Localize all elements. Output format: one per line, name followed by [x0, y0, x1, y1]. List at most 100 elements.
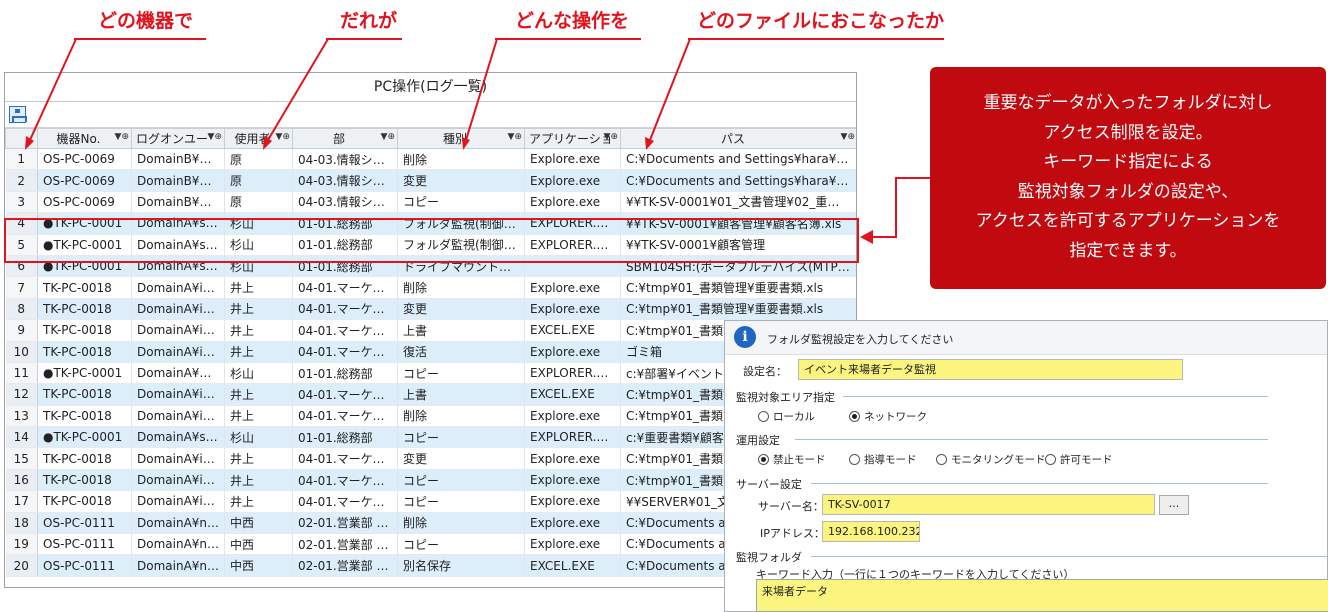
filter-icon[interactable]: ▼⊕ — [115, 132, 129, 142]
annotation-underline — [688, 38, 944, 40]
radio-dot — [849, 411, 860, 422]
row-number-header — [5, 128, 38, 149]
folder-section-title: 監視フォルダ — [736, 551, 802, 564]
filter-icon[interactable]: ▼⊕ — [208, 132, 222, 142]
table-row[interactable]: 2 OS-PC-0069 DomainB¥h… 原 04-03.情報シス… 変更 Explo… — [5, 169, 856, 192]
callout-line: 指定できます。 — [1069, 240, 1187, 261]
radio-dot — [849, 454, 860, 465]
table-row[interactable]: 5 ●TK-PC-0001 DomainA¥s… 杉山 01-01.総務部 フォルダ監視(… — [5, 234, 856, 256]
column-header[interactable]: ログオンユー ▼⊕ — [131, 128, 225, 149]
table-cell: OS-PC-0111 — [37, 533, 132, 556]
table-cell: DomainA¥n… — [131, 554, 225, 577]
table-row[interactable]: 7 TK-PC-0018 DomainA¥in… 井上 04-01.マーケティ… 削除 Ex… — [5, 276, 856, 299]
radio-guidance-mode[interactable]: 指導モード — [849, 452, 917, 467]
table-cell: DomainA¥in… — [131, 276, 225, 299]
row-number-cell: 19 — [5, 533, 38, 556]
radio-monitoring-mode[interactable]: モニタリングモード — [936, 452, 1046, 467]
annotation-underline — [495, 38, 641, 40]
annotation-who: だれが — [340, 10, 398, 32]
table-cell: DomainA¥in… — [131, 383, 225, 406]
table-cell: 杉山 — [224, 362, 293, 385]
table-row[interactable]: 6 ●TK-PC-0001 DomainA¥s… 杉山 01-01.総務部 ドライブマウン… — [5, 255, 856, 278]
table-cell: 井上 — [224, 383, 293, 406]
table-cell: OS-PC-0111 — [37, 512, 132, 535]
table-cell: EXCEL.EXE — [524, 319, 621, 342]
table-cell: DomainB¥h… — [131, 148, 225, 171]
table-cell: 01-01.総務部 — [292, 212, 398, 235]
radio-prohibit-mode[interactable]: 禁止モード — [758, 452, 826, 467]
table-cell: 中西 — [224, 533, 293, 556]
filter-icon[interactable]: ▼⊕ — [276, 132, 290, 142]
table-cell: DomainA¥s… — [131, 255, 225, 278]
table-cell: C:¥Documents and Settings¥hara¥… — [620, 148, 856, 171]
table-cell: EXPLORER.E… — [524, 362, 621, 385]
table-cell: 04-01.マーケティ… — [292, 469, 398, 492]
radio-permit-mode[interactable]: 許可モード — [1045, 452, 1113, 467]
annotation-underline — [74, 38, 206, 40]
radio-network[interactable]: ネットワーク — [849, 409, 927, 424]
column-header-label: アプリケーショ — [529, 132, 613, 146]
annotation-which-device: どの機器で — [98, 10, 194, 32]
mode-section-title: 運用設定 — [736, 434, 780, 447]
table-cell: 04-01.マーケティ… — [292, 276, 398, 299]
table-cell: 上書 — [397, 319, 525, 342]
table-cell: 中西 — [224, 554, 293, 577]
table-cell: コピー — [397, 191, 525, 214]
table-cell: 復活 — [397, 341, 525, 363]
table-cell: Explore.exe — [524, 169, 621, 192]
table-cell: DomainA¥s… — [131, 234, 225, 256]
browse-button[interactable]: ... — [1159, 495, 1189, 515]
ip-address-input[interactable]: 192.168.100.232 — [822, 521, 920, 542]
filter-icon[interactable]: ▼⊕ — [841, 132, 855, 142]
column-header[interactable]: 部 ▼⊕ — [292, 128, 398, 149]
radio-local[interactable]: ローカル — [758, 409, 815, 424]
keyword-textarea[interactable]: 来場者データ — [756, 579, 1328, 612]
table-cell: 変更 — [397, 447, 525, 470]
filter-icon[interactable]: ▼⊕ — [604, 132, 618, 142]
filter-icon[interactable]: ▼⊕ — [508, 132, 522, 142]
log-title: PC操作(ログ一覧) — [5, 73, 856, 102]
row-number-cell: 4 — [5, 212, 38, 235]
table-cell: 削除 — [397, 405, 525, 428]
table-cell: TK-PC-0018 — [37, 490, 132, 513]
info-icon: i — [734, 326, 756, 348]
column-header[interactable]: 機器No. ▼⊕ — [37, 128, 132, 149]
setting-name-input[interactable]: イベント来場者データ監視 — [798, 359, 1183, 380]
table-row[interactable]: 4 ●TK-PC-0001 DomainA¥s… 杉山 01-01.総務部 フォルダ監視(… — [5, 212, 856, 235]
table-cell: 04-01.マーケティ… — [292, 319, 398, 342]
table-cell: DomainA¥in… — [131, 447, 225, 470]
table-row[interactable]: 3 OS-PC-0069 DomainB¥h… 原 04-03.情報シス… コピー Expl… — [5, 191, 856, 214]
log-toolbar — [5, 102, 856, 128]
table-cell: OS-PC-0069 — [37, 148, 132, 171]
table-cell: 杉山 — [224, 255, 293, 278]
table-cell: C:¥Documents and Settings¥hara¥… — [620, 169, 856, 192]
column-header[interactable]: 種別 ▼⊕ — [397, 128, 525, 149]
table-cell: ●TK-PC-0001 — [37, 212, 132, 235]
table-cell: Explore.exe — [524, 148, 621, 171]
table-row[interactable]: 1 OS-PC-0069 DomainB¥h… 原 04-03.情報シス… 削除 Explo… — [5, 148, 856, 171]
table-cell: Explore.exe — [524, 341, 621, 363]
table-cell: 杉山 — [224, 234, 293, 256]
row-number-cell: 12 — [5, 383, 38, 406]
folder-monitor-dialog: i フォルダ監視設定を入力してください 設定名： イベント来場者データ監視 監視… — [724, 320, 1328, 612]
server-name-input[interactable]: TK-SV-0017 — [822, 494, 1155, 515]
annotation-underline — [326, 38, 402, 40]
column-header[interactable]: 使用者 ▼⊕ — [224, 128, 293, 149]
table-cell: DomainB¥h… — [131, 169, 225, 192]
radio-label: 指導モード — [864, 454, 917, 466]
table-cell: 原 — [224, 191, 293, 214]
table-row[interactable]: 8 TK-PC-0018 DomainA¥in… 井上 04-01.マーケティ… 変更 Ex… — [5, 298, 856, 321]
filter-icon[interactable]: ▼⊕ — [381, 132, 395, 142]
column-header[interactable]: アプリケーショ ▼⊕ — [524, 128, 621, 149]
column-header-label: 部 — [332, 132, 345, 146]
table-cell: 04-01.マーケティ… — [292, 490, 398, 513]
table-cell: 02-01.営業部 … — [292, 533, 398, 556]
table-cell: 01-01.総務部 — [292, 362, 398, 385]
callout-line: 監視対象フォルダの設定や、 — [1017, 181, 1239, 202]
dialog-prompt: フォルダ監視設定を入力してください — [767, 333, 954, 346]
column-header[interactable]: パス ▼⊕ — [620, 128, 856, 149]
table-cell: Explore.exe — [524, 533, 621, 556]
row-number-cell: 6 — [5, 255, 38, 278]
column-header-label: ログオンユー — [136, 132, 209, 146]
hierarchy-icon[interactable] — [9, 106, 27, 123]
